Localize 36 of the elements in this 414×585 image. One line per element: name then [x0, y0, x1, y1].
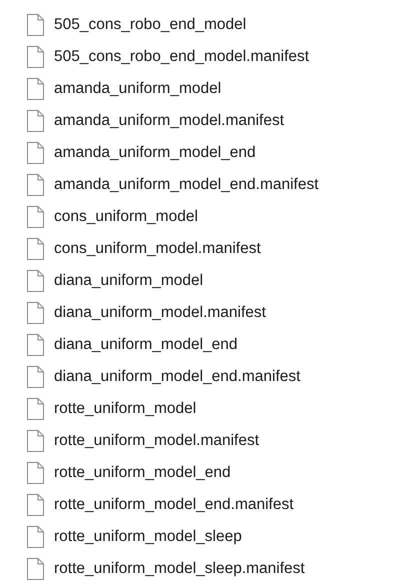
file-name[interactable]: amanda_uniform_model_end	[54, 144, 256, 162]
file-name[interactable]: amanda_uniform_model_end.manifest	[54, 176, 319, 194]
file-name[interactable]: rotte_uniform_model.manifest	[54, 432, 260, 450]
file-icon	[27, 174, 44, 196]
file-name[interactable]: rotte_uniform_model	[54, 400, 196, 418]
file-icon	[27, 558, 44, 580]
file-icon	[27, 270, 44, 292]
file-name[interactable]: diana_uniform_model	[54, 272, 204, 290]
file-icon	[27, 46, 44, 68]
file-icon	[27, 302, 44, 324]
file-icon	[27, 206, 44, 228]
file-name[interactable]: amanda_uniform_model	[54, 80, 222, 98]
file-name[interactable]: rotte_uniform_model_sleep	[54, 528, 242, 546]
file-icon	[27, 142, 44, 164]
file-icon	[27, 366, 44, 388]
file-icon	[27, 14, 44, 36]
file-name[interactable]: amanda_uniform_model.manifest	[54, 112, 284, 130]
file-icon	[27, 398, 44, 420]
file-icon	[27, 78, 44, 100]
file-icon	[27, 526, 44, 548]
file-name[interactable]: cons_uniform_model.manifest	[54, 240, 261, 258]
file-name[interactable]: cons_uniform_model	[54, 208, 198, 226]
file-name[interactable]: rotte_uniform_model_end	[54, 464, 231, 482]
file-name[interactable]: diana_uniform_model_end	[54, 336, 238, 354]
file-icon	[27, 238, 44, 260]
file-icon	[27, 494, 44, 516]
file-name[interactable]: diana_uniform_model.manifest	[54, 304, 266, 322]
file-icon	[27, 110, 44, 132]
file-name[interactable]: 505_cons_robo_end_model	[54, 16, 246, 34]
file-name[interactable]: rotte_uniform_model_sleep.manifest	[54, 560, 305, 578]
file-icon	[27, 334, 44, 356]
file-icon	[27, 462, 44, 484]
file-name[interactable]: diana_uniform_model_end.manifest	[54, 368, 300, 386]
file-icon	[27, 430, 44, 452]
file-name[interactable]: rotte_uniform_model_end.manifest	[54, 496, 294, 514]
file-name[interactable]: 505_cons_robo_end_model.manifest	[54, 48, 310, 66]
